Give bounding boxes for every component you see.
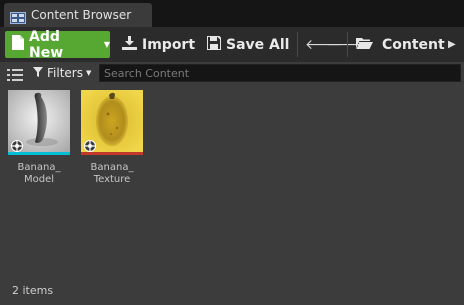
asset-label: Banana_ Texture — [81, 162, 143, 186]
tab-content-browser[interactable]: Content Browser — [4, 3, 152, 27]
filter-icon — [33, 66, 43, 80]
tab-title: Content Browser — [31, 8, 132, 22]
content-browser-panel: Add New ▼ Import Save All 🡐 🡒 Content ▶ … — [0, 27, 464, 305]
import-icon — [122, 35, 137, 54]
chevron-right-icon: ▶ — [448, 39, 456, 50]
asset-name-line1: Banana_ — [17, 162, 61, 173]
view-options-icon — [7, 67, 23, 86]
chevron-down-icon: ▼ — [103, 40, 110, 49]
asset-type-strip — [81, 152, 143, 155]
asset-tile[interactable]: Banana_ Texture — [81, 90, 143, 186]
asset-type-badge-icon — [11, 137, 23, 152]
save-all-button[interactable]: Save All — [206, 31, 292, 58]
folder-icon — [356, 37, 373, 53]
tab-strip: Content Browser — [0, 0, 464, 27]
content-browser-icon — [10, 9, 26, 24]
path-breadcrumb-content[interactable]: Content — [356, 31, 446, 58]
view-options-button[interactable] — [7, 67, 23, 81]
import-button[interactable]: Import — [122, 31, 196, 58]
asset-label: Banana_ Model — [8, 162, 70, 186]
history-forward-button[interactable]: 🡒 — [326, 31, 364, 58]
path-dropdown-button[interactable]: ▶ — [448, 31, 460, 58]
asset-name-line2: Texture — [93, 174, 131, 185]
asset-name-line2: Model — [23, 174, 55, 185]
add-new-label: Add New — [29, 28, 64, 61]
asset-tile[interactable]: Banana_ Model — [8, 90, 70, 186]
search-input[interactable] — [99, 64, 461, 82]
filters-dropdown[interactable]: Filters ▼ — [33, 64, 91, 82]
add-file-icon — [12, 35, 24, 54]
toolbar-divider — [297, 32, 298, 57]
save-all-label: Save All — [226, 36, 290, 53]
add-new-button[interactable]: Add New ▼ — [5, 28, 110, 61]
toolbar-divider — [347, 32, 348, 57]
asset-thumbnail — [81, 90, 143, 152]
path-label: Content — [382, 36, 445, 53]
save-icon — [206, 34, 222, 54]
asset-type-strip — [8, 152, 70, 155]
toolbar: Add New ▼ Import Save All 🡐 🡒 Content ▶ — [0, 27, 464, 62]
import-label: Import — [142, 36, 196, 53]
asset-thumbnail — [8, 90, 70, 152]
asset-name-line1: Banana_ — [90, 162, 134, 173]
item-count-status: 2 items — [12, 284, 54, 297]
filters-label: Filters — [47, 66, 83, 80]
chevron-down-icon: ▼ — [85, 69, 92, 77]
history-back-button[interactable]: 🡐 — [305, 31, 343, 58]
filter-bar: Filters ▼ — [0, 62, 464, 84]
asset-type-badge-icon — [84, 137, 96, 152]
